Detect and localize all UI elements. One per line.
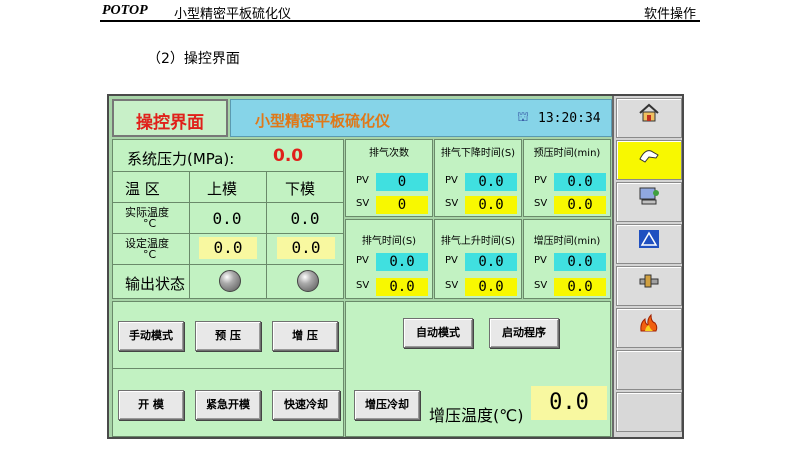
divider bbox=[266, 171, 267, 299]
machine-name: 小型精密平板硫化仪 bbox=[255, 112, 391, 130]
divider bbox=[189, 171, 190, 299]
sv-label: SV bbox=[356, 198, 370, 209]
divider bbox=[113, 202, 343, 203]
param-title: 排气下降时间(S) bbox=[440, 148, 516, 159]
actual-temp-lower: 0.0 bbox=[290, 209, 320, 228]
param-exhaust-count: 排气次数 PV 0 SV 0 bbox=[345, 139, 433, 217]
building-icon: ⛫ bbox=[517, 110, 529, 125]
zone-header: 温 区 bbox=[125, 180, 160, 198]
param-exhaust-time: 排气时间(S) PV 0.0 SV 0.0 bbox=[345, 219, 433, 299]
sidebar-empty-slot[interactable] bbox=[616, 350, 682, 390]
sidebar-empty-slot[interactable] bbox=[616, 392, 682, 432]
param-boost-time: 增压时间(min) PV 0.0 SV 0.0 bbox=[523, 219, 611, 299]
clock: 13:20:34 bbox=[538, 111, 601, 126]
set-temp-lower-field[interactable]: 0.0 bbox=[277, 237, 335, 259]
param-exhaust-up-time: 排气上升时间(S) PV 0.0 SV 0.0 bbox=[434, 219, 522, 299]
actual-temp-upper: 0.0 bbox=[212, 209, 242, 228]
boost-temp-field[interactable]: 0.0 bbox=[531, 386, 607, 420]
pv-value: 0.0 bbox=[554, 173, 606, 191]
pv-value: 0.0 bbox=[465, 173, 517, 191]
sv-label: SV bbox=[534, 198, 548, 209]
screen-title: 操控界面 bbox=[136, 113, 204, 133]
emergency-open-button[interactable]: 紧急开模 bbox=[195, 390, 261, 420]
upper-output-lamp bbox=[219, 270, 241, 292]
pv-label: PV bbox=[445, 175, 458, 186]
hmi-screen: 操控界面 小型精密平板硫化仪 ⛫ 13:20:34 系统压力(MPa): 0.0… bbox=[107, 94, 684, 439]
pv-label: PV bbox=[534, 255, 547, 266]
manual-mode-button[interactable]: 手动模式 bbox=[118, 321, 184, 351]
home-icon[interactable] bbox=[616, 98, 682, 138]
sv-label: SV bbox=[445, 198, 459, 209]
divider bbox=[113, 171, 343, 172]
sv-value-field[interactable]: 0 bbox=[376, 196, 428, 214]
sv-label: SV bbox=[445, 280, 459, 291]
param-title: 排气时间(S) bbox=[361, 236, 417, 247]
start-program-button[interactable]: 启动程序 bbox=[489, 318, 559, 348]
set-temp-upper-field[interactable]: 0.0 bbox=[199, 237, 257, 259]
pv-label: PV bbox=[356, 175, 369, 186]
sv-label: SV bbox=[534, 280, 548, 291]
document-header: POTOP 小型精密平板硫化仪 软件操作 bbox=[100, 0, 700, 22]
param-title: 增压时间(min) bbox=[533, 236, 601, 247]
boost-cool-button[interactable]: 增压冷却 bbox=[354, 390, 420, 420]
pv-value: 0.0 bbox=[465, 253, 517, 271]
open-mold-button[interactable]: 开 模 bbox=[118, 390, 184, 420]
computer-icon[interactable] bbox=[616, 182, 682, 222]
machine-banner: 小型精密平板硫化仪 ⛫ 13:20:34 bbox=[230, 99, 612, 137]
section-title: 软件操作 bbox=[643, 7, 696, 22]
sv-value-field[interactable]: 0.0 bbox=[554, 196, 606, 214]
system-pressure-label: 系统压力(MPa): bbox=[127, 150, 235, 168]
system-pressure-value: 0.0 bbox=[273, 146, 304, 166]
param-title: 预压时间(min) bbox=[533, 148, 601, 159]
upper-mold-header: 上模 bbox=[207, 180, 238, 198]
actual-temp-unit: °C bbox=[143, 217, 157, 230]
param-title: 排气上升时间(S) bbox=[440, 236, 516, 247]
divider bbox=[113, 233, 343, 234]
preload-button[interactable]: 预 压 bbox=[195, 321, 261, 351]
param-title: 排气次数 bbox=[369, 148, 409, 159]
divider bbox=[113, 264, 343, 265]
pv-value: 0.0 bbox=[554, 253, 606, 271]
pv-label: PV bbox=[534, 175, 547, 186]
hand-icon[interactable] bbox=[616, 140, 682, 180]
caption: （2）操控界面 bbox=[147, 51, 240, 67]
flame-icon[interactable] bbox=[616, 308, 682, 348]
output-status-label: 输出状态 bbox=[125, 275, 186, 293]
sv-value-field[interactable]: 0.0 bbox=[376, 278, 428, 296]
lower-mold-header: 下模 bbox=[285, 180, 316, 198]
sv-value-field[interactable]: 0.0 bbox=[554, 278, 606, 296]
pv-label: PV bbox=[445, 255, 458, 266]
auto-mode-button[interactable]: 自动模式 bbox=[403, 318, 473, 348]
pv-label: PV bbox=[356, 255, 369, 266]
pv-value: 0 bbox=[376, 173, 428, 191]
param-exhaust-down-time: 排气下降时间(S) PV 0.0 SV 0.0 bbox=[434, 139, 522, 217]
pv-value: 0.0 bbox=[376, 253, 428, 271]
temperature-panel: 系统压力(MPa): 0.0 温 区 上模 下模 实际温度 °C 0.0 0.0… bbox=[112, 139, 344, 299]
document-title: 小型精密平板硫化仪 bbox=[174, 7, 292, 22]
warning-icon[interactable] bbox=[616, 224, 682, 264]
sv-value-field[interactable]: 0.0 bbox=[465, 278, 517, 296]
divider bbox=[112, 368, 344, 369]
boost-temp-label: 增压温度(℃) bbox=[429, 406, 524, 425]
nav-sidebar bbox=[612, 96, 682, 437]
boost-button[interactable]: 增 压 bbox=[272, 321, 338, 351]
set-temp-unit: °C bbox=[143, 248, 157, 261]
sv-label: SV bbox=[356, 280, 370, 291]
lower-output-lamp bbox=[297, 270, 319, 292]
screen-title-box: 操控界面 bbox=[112, 99, 228, 137]
sv-value-field[interactable]: 0.0 bbox=[465, 196, 517, 214]
tools-icon[interactable] bbox=[616, 266, 682, 306]
quick-cool-button[interactable]: 快速冷却 bbox=[272, 390, 340, 420]
brand-text: POTOP bbox=[102, 3, 148, 18]
param-preload-time: 预压时间(min) PV 0.0 SV 0.0 bbox=[523, 139, 611, 217]
